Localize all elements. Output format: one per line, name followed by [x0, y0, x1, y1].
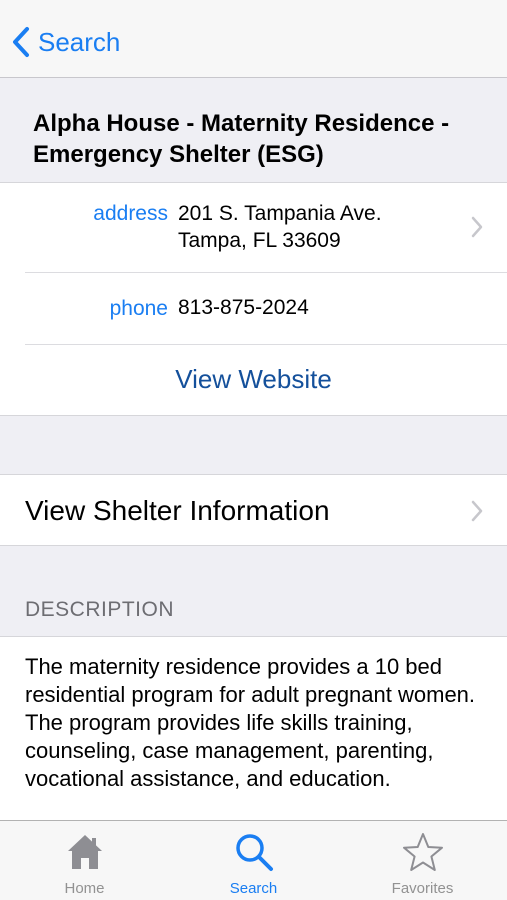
contact-card: address 201 S. Tampania Ave. Tampa, FL 3… — [0, 183, 507, 416]
view-website-button[interactable]: View Website — [0, 364, 507, 395]
tab-search[interactable]: Search — [169, 821, 338, 900]
tab-favorites[interactable]: Favorites — [338, 821, 507, 900]
tab-home[interactable]: Home — [0, 821, 169, 900]
chevron-right-icon — [471, 500, 483, 527]
address-label: address — [93, 202, 168, 225]
phone-value: 813-875-2024 — [178, 296, 309, 319]
back-button-label: Search — [38, 26, 121, 57]
chevron-left-icon — [12, 26, 30, 58]
navigation-bar: Search — [0, 0, 507, 78]
view-shelter-info-row[interactable]: View Shelter Information — [0, 474, 507, 546]
tab-bar: Home Search Favorites — [0, 820, 507, 900]
description-card: The maternity residence provides a 10 be… — [0, 636, 507, 836]
view-shelter-info-label: View Shelter Information — [25, 495, 330, 526]
tab-home-label: Home — [64, 880, 105, 897]
address-line-2: Tampa, FL 33609 — [178, 229, 341, 252]
row-divider — [25, 344, 507, 345]
chevron-right-icon — [471, 216, 483, 243]
phone-row[interactable]: phone 813-875-2024 — [0, 273, 507, 344]
tab-favorites-label: Favorites — [391, 880, 454, 897]
phone-label: phone — [109, 297, 168, 320]
address-line-1: 201 S. Tampania Ave. — [178, 202, 382, 225]
address-row[interactable]: address 201 S. Tampania Ave. Tampa, FL 3… — [0, 183, 507, 272]
description-section-header: DESCRIPTION — [25, 598, 175, 621]
shelter-title-header: Alpha House - Maternity Residence - Emer… — [0, 78, 507, 183]
shelter-title: Alpha House - Maternity Residence - Emer… — [33, 110, 450, 168]
description-text: The maternity residence provides a 10 be… — [25, 654, 476, 791]
back-button[interactable]: Search — [12, 22, 120, 62]
tab-search-label: Search — [229, 880, 278, 897]
